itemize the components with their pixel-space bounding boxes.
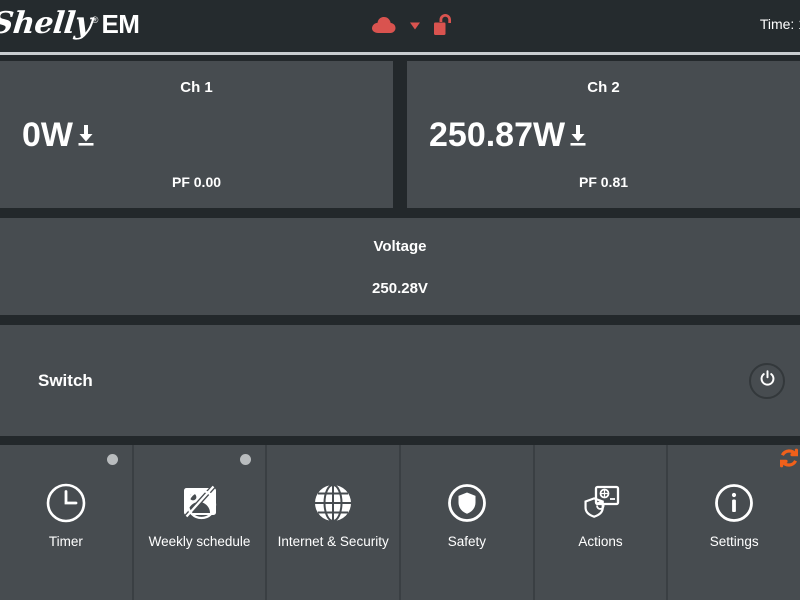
time-label: Time: 1: [759, 16, 800, 32]
nav-label: Actions: [578, 534, 623, 550]
shelly-em-app: Shelly ® EM Time: 1: [0, 0, 800, 600]
nav-item-settings[interactable]: Settings: [668, 445, 800, 600]
sunrise-sunset-off-icon: [179, 482, 221, 524]
power-toggle-button[interactable]: [749, 362, 785, 399]
nav-label: Internet & Security: [277, 534, 389, 550]
shield-circle-icon: [446, 482, 488, 524]
channel-power-value: 250.87W: [429, 116, 566, 154]
timer-status-dot: [106, 454, 118, 465]
clock-icon: [45, 482, 87, 524]
info-circle-icon: [713, 482, 755, 524]
nav-label: Weekly schedule: [148, 534, 251, 550]
download-icon: [567, 124, 589, 148]
globe-icon: [312, 482, 354, 524]
voltage-value: 250.28V: [372, 280, 428, 297]
nav-item-timer[interactable]: Timer: [0, 445, 134, 600]
download-icon: [75, 124, 97, 148]
channel-power: 0W: [22, 116, 97, 155]
switch-label: Switch: [38, 370, 93, 390]
actions-icon: [580, 482, 622, 524]
firmware-update-icon[interactable]: [779, 448, 799, 468]
nav-label: Safety: [447, 534, 486, 550]
section-spacer: [0, 315, 800, 325]
voltage-title: Voltage: [373, 238, 427, 255]
channel-card-2[interactable]: Ch 2 250.87W PF 0.81: [407, 61, 800, 208]
power-icon: [759, 369, 776, 392]
cloud-icon[interactable]: [372, 16, 396, 34]
channel-power-factor: PF 0.00: [171, 174, 222, 190]
status-icon-group: [372, 14, 451, 36]
voltage-card[interactable]: Voltage 250.28V: [0, 218, 800, 315]
brand-model: EM: [101, 9, 140, 39]
bottom-navigation: Timer Weekly schedule Internet & Securit…: [0, 445, 800, 600]
nav-item-actions[interactable]: Actions: [534, 445, 669, 600]
nav-item-internet-security[interactable]: Internet & Security: [267, 445, 402, 600]
section-spacer: [0, 208, 800, 218]
nav-label: Settings: [709, 534, 759, 550]
channel-power: 250.87W: [429, 116, 589, 155]
channel-cards: Ch 1 0W PF 0.00 Ch 2 250.87W PF 0.81: [0, 61, 800, 208]
registered-trademark-icon: ®: [91, 15, 99, 25]
nav-item-safety[interactable]: Safety: [401, 445, 535, 600]
wifi-icon[interactable]: [410, 21, 420, 30]
channel-power-value: 0W: [22, 116, 73, 154]
channel-title: Ch 1: [180, 79, 213, 96]
channel-title: Ch 2: [587, 79, 620, 96]
switch-card: Switch: [0, 325, 800, 436]
nav-item-weekly-schedule[interactable]: Weekly schedule: [133, 445, 268, 600]
app-header: Shelly ® EM Time: 1: [0, 0, 800, 52]
weekly-schedule-status-dot: [240, 454, 252, 465]
unlock-icon[interactable]: [434, 14, 451, 36]
brand-logo: Shelly ® EM: [0, 6, 140, 41]
channel-card-1[interactable]: Ch 1 0W PF 0.00: [0, 61, 393, 208]
channel-power-factor: PF 0.81: [578, 174, 629, 190]
nav-label: Timer: [48, 534, 83, 550]
brand-name: Shelly: [0, 6, 94, 41]
